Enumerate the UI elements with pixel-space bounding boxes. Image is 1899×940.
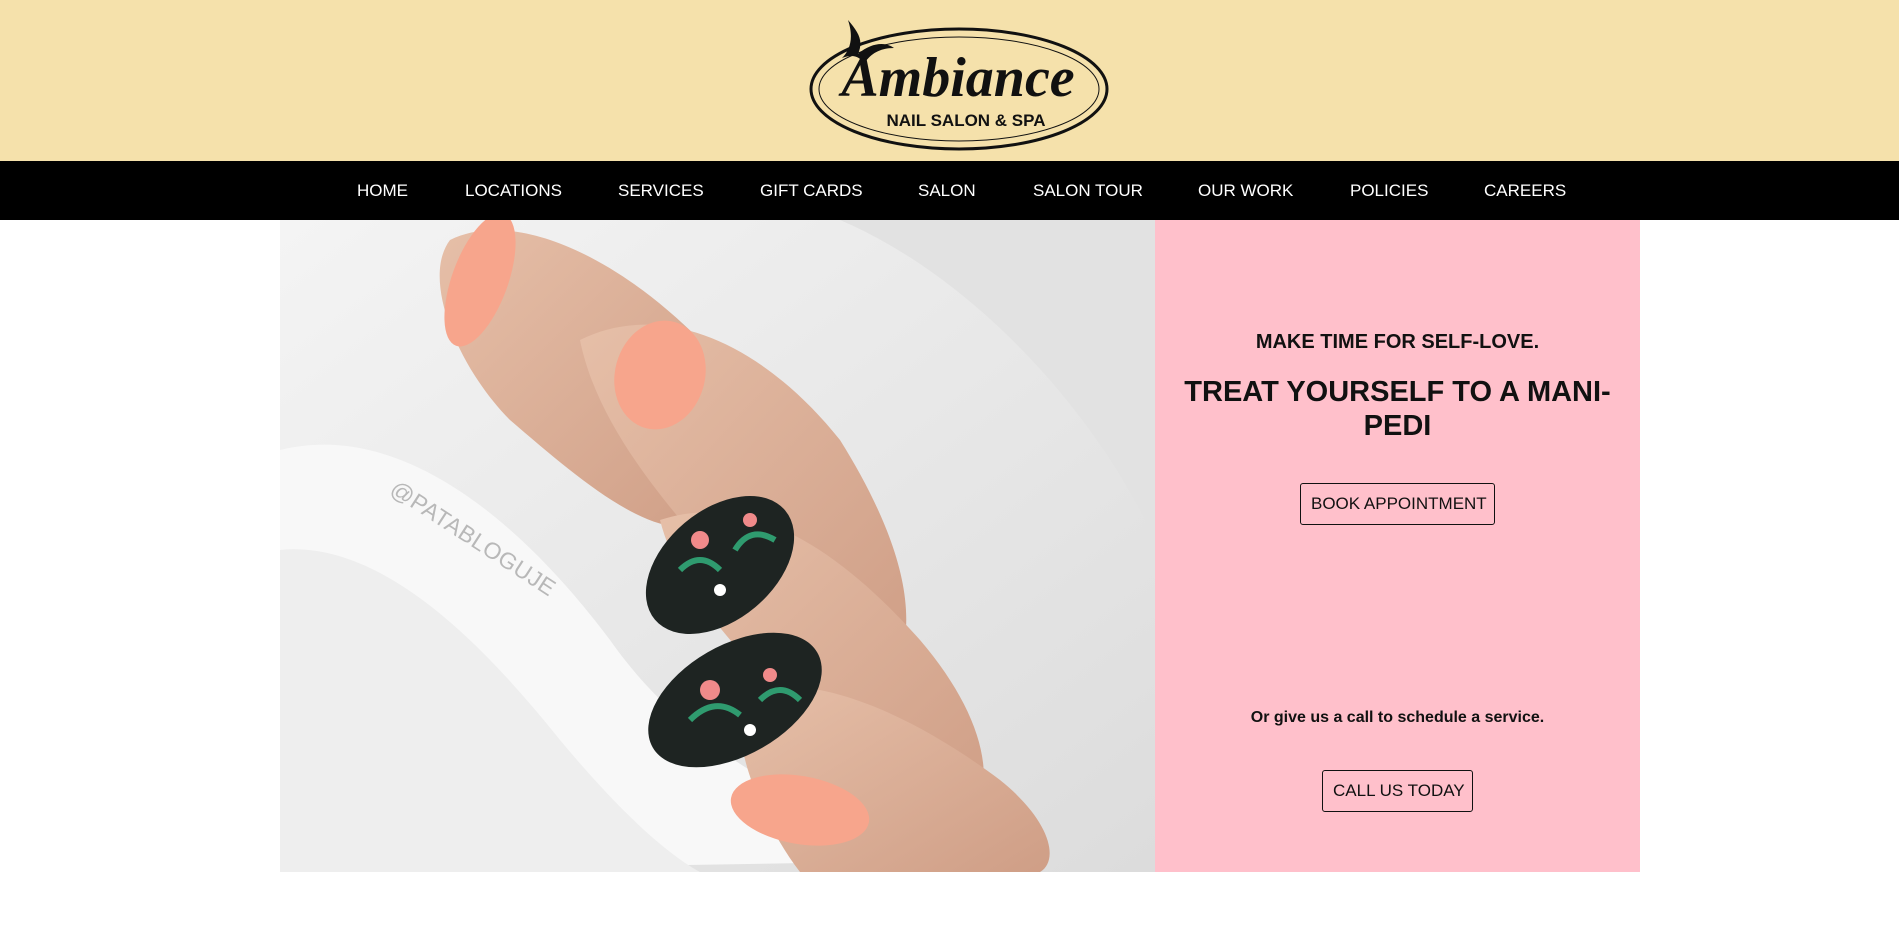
nav-gift-cards[interactable]: GIFT CARDS (760, 161, 863, 220)
call-prompt-text: Or give us a call to schedule a service. (1250, 709, 1545, 726)
call-us-button[interactable]: CALL US TODAY (1322, 770, 1473, 812)
svg-text:NAIL SALON & SPA: NAIL SALON & SPA (887, 111, 1046, 130)
svg-text:Ambiance: Ambiance (838, 47, 1074, 109)
nav-salon-tour[interactable]: SALON TOUR (1033, 161, 1143, 220)
nav-home[interactable]: HOME (357, 161, 408, 220)
logo-graphic: Ambiance NAIL SALON & SPA (809, 20, 1109, 151)
book-appointment-button[interactable]: BOOK APPOINTMENT (1300, 483, 1495, 525)
nav-services[interactable]: SERVICES (618, 161, 704, 220)
nav-locations[interactable]: LOCATIONS (465, 161, 562, 220)
nav-careers[interactable]: CAREERS (1484, 161, 1566, 220)
promo-eyebrow: MAKE TIME FOR SELF-LOVE. (1255, 331, 1540, 353)
promo-panel: MAKE TIME FOR SELF-LOVE. TREAT YOURSELF … (1155, 220, 1640, 872)
hero-nail-art-image: @PATABLOGUJE (280, 220, 1155, 872)
nav-salon[interactable]: SALON (918, 161, 976, 220)
promo-headline: TREAT YOURSELF TO A MANI-PEDI (1184, 376, 1611, 442)
nav-our-work[interactable]: OUR WORK (1198, 161, 1293, 220)
main-nav: HOME LOCATIONS SERVICES GIFT CARDS SALON… (0, 161, 1899, 220)
site-header: Ambiance NAIL SALON & SPA (0, 0, 1899, 161)
nail-photo-illustration (280, 220, 1155, 872)
brand-logo[interactable]: Ambiance NAIL SALON & SPA (806, 14, 1112, 154)
nav-policies[interactable]: POLICIES (1350, 161, 1428, 220)
